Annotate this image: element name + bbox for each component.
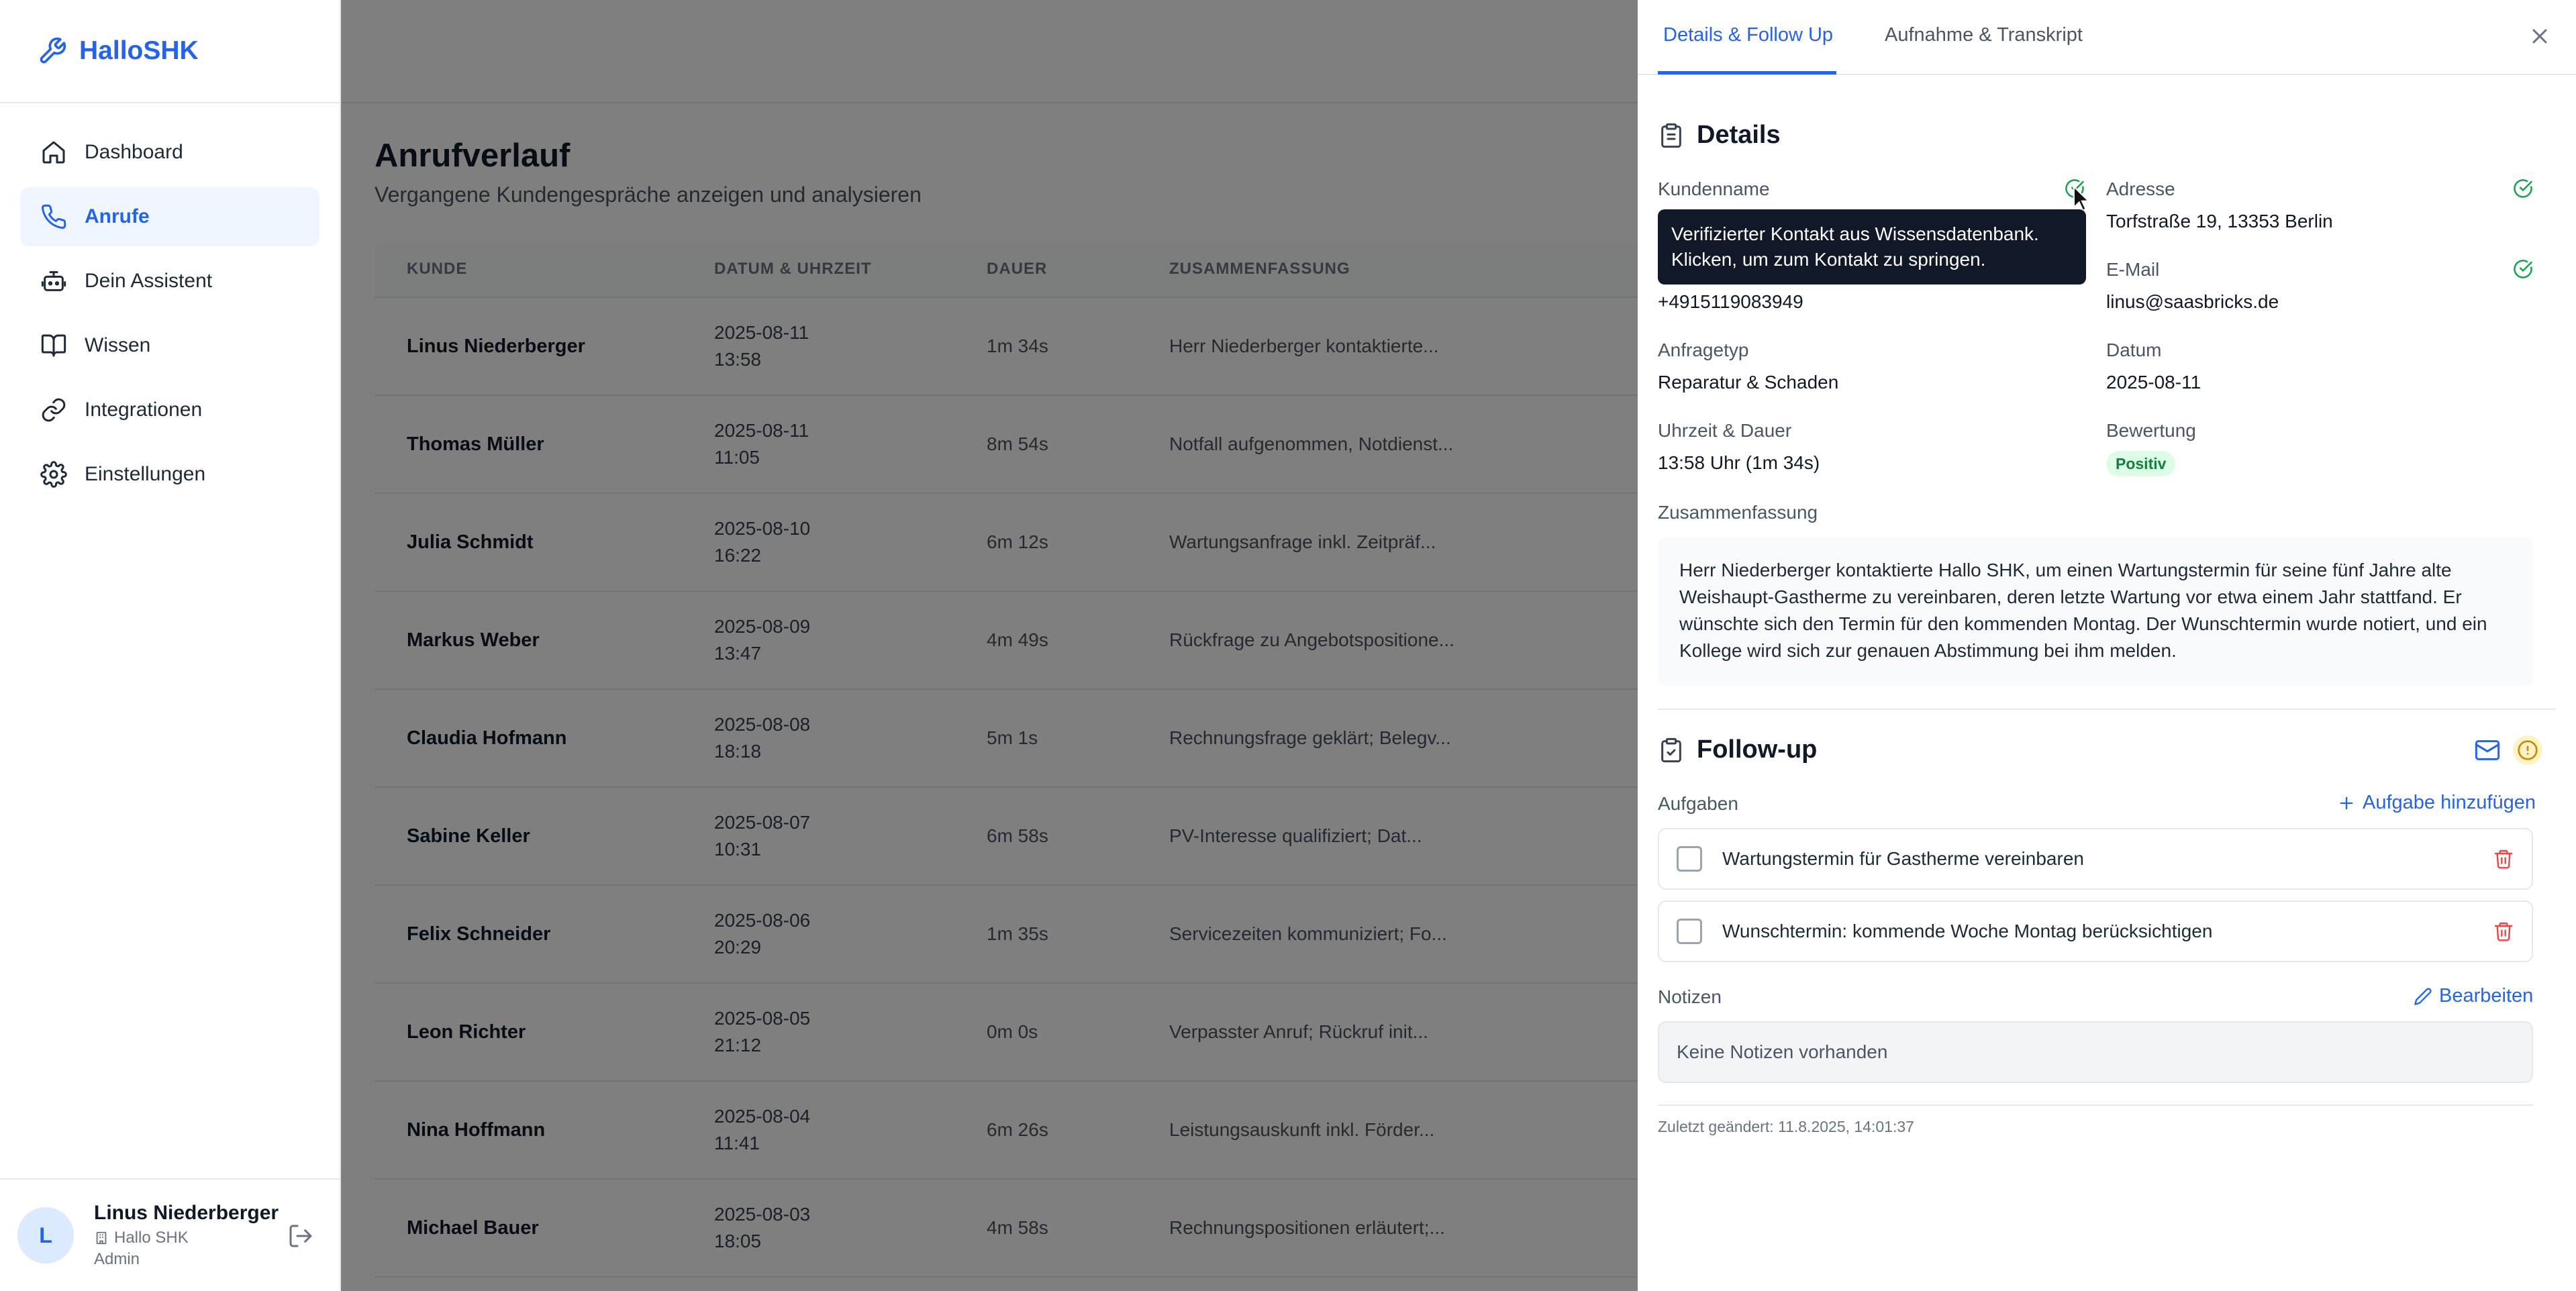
panel-tabs: Details & Follow Up Aufnahme & Transkrip…	[1638, 0, 2576, 75]
details-section-title: Details	[1658, 121, 1781, 150]
warning-indicator[interactable]	[2513, 735, 2542, 765]
sidebar-item-einstellungen[interactable]: Einstellungen	[20, 445, 319, 504]
home-icon	[42, 141, 65, 164]
task-checkbox[interactable]	[1677, 919, 1702, 944]
verified-check-icon[interactable]	[2513, 178, 2533, 199]
aufgaben-label: Aufgaben	[1658, 793, 1738, 814]
notes-box: Keine Notizen vorhanden	[1658, 1021, 2533, 1083]
add-task-label: Aufgabe hinzufügen	[2363, 792, 2536, 813]
trash-icon[interactable]	[2493, 921, 2514, 942]
wrench-icon	[40, 37, 66, 64]
section-divider	[1658, 1104, 2533, 1106]
sidebar-item-wissen[interactable]: Wissen	[20, 316, 319, 375]
uhrzeit-label: Uhrzeit & Dauer	[1658, 420, 1792, 441]
verified-contact-tooltip: Verifizierter Kontakt aus Wissensdatenba…	[1658, 209, 2086, 285]
phone-icon	[42, 204, 66, 229]
notizen-label: Notizen	[1658, 986, 1722, 1007]
user-role: Admin	[94, 1250, 140, 1268]
link-icon	[42, 398, 66, 422]
task-item: Wartungstermin für Gastherme vereinbaren	[1658, 828, 2533, 890]
sidebar-item-anrufe[interactable]: Anrufe	[20, 187, 319, 246]
plus-icon	[2340, 796, 2353, 809]
sidebar-item-assistent[interactable]: Dein Assistent	[20, 252, 319, 311]
robot-icon	[41, 271, 66, 291]
building-icon	[96, 1231, 107, 1245]
email-value: linus@saasbricks.de	[2106, 291, 2279, 312]
uhrzeit-value: 13:58 Uhr (1m 34s)	[1658, 452, 1820, 473]
datum-label: Datum	[2106, 340, 2162, 360]
task-item: Wunschtermin: kommende Woche Montag berü…	[1658, 900, 2533, 962]
zusammenfassung-label: Zusammenfassung	[1658, 502, 1818, 523]
modal-backdrop[interactable]	[341, 0, 1638, 1291]
brand[interactable]: HalloSHK	[0, 0, 340, 103]
email-label: E-Mail	[2106, 259, 2160, 280]
summary-text: Herr Niederberger kontaktierte Hallo SHK…	[1658, 537, 2533, 686]
user-company: Hallo SHK	[94, 1229, 279, 1247]
avatar: L	[17, 1207, 74, 1263]
active-tab-indicator	[1658, 71, 1836, 74]
logout-icon[interactable]	[287, 1223, 314, 1249]
sidebar-item-dashboard[interactable]: Dashboard	[20, 123, 319, 182]
task-text: Wunschtermin: kommende Woche Montag berü…	[1722, 921, 2213, 941]
verified-check-icon[interactable]	[2513, 259, 2533, 279]
pencil-icon	[2414, 987, 2432, 1005]
sidebar-item-label: Einstellungen	[85, 463, 206, 485]
sidebar: HalloSHK Dashboard Anrufe Dein Assistent…	[0, 0, 341, 1291]
tooltip-line: Klicken, um zum Kontakt zu springen.	[1671, 249, 1986, 270]
tab-details-follow-up[interactable]: Details & Follow Up	[1663, 24, 1833, 46]
user-info: Linus Niederberger Hallo SHK Admin	[94, 1202, 279, 1269]
mouse-cursor-icon	[2073, 185, 2091, 212]
sidebar-item-label: Wissen	[85, 334, 151, 356]
sidebar-item-label: Integrationen	[85, 399, 203, 421]
call-detail-panel: Details & Follow Up Aufnahme & Transkrip…	[1638, 0, 2576, 1291]
datum-value: 2025-08-11	[2106, 372, 2201, 393]
add-task-button[interactable]: Aufgabe hinzufügen	[2337, 792, 2536, 814]
user-name: Linus Niederberger	[94, 1202, 279, 1224]
bewertung-label: Bewertung	[2106, 420, 2196, 441]
sidebar-item-label: Dein Assistent	[85, 270, 213, 292]
user-company-name: Hallo SHK	[114, 1229, 189, 1247]
task-checkbox[interactable]	[1677, 846, 1702, 872]
user-box: L Linus Niederberger Hallo SHK Admin	[0, 1178, 341, 1291]
last-changed: Zuletzt geändert: 11.8.2025, 14:01:37	[1658, 1118, 1914, 1135]
brand-name: HalloSHK	[79, 36, 199, 65]
close-icon[interactable]	[2528, 24, 2552, 48]
task-text: Wartungstermin für Gastherme vereinbaren	[1722, 848, 2084, 869]
anfragetyp-label: Anfragetyp	[1658, 340, 1749, 360]
sentiment-badge: Positiv	[2106, 451, 2176, 476]
tooltip-line: Verifizierter Kontakt aus Wissensdatenba…	[1671, 223, 2039, 244]
followup-title: Follow-up	[1697, 735, 1818, 764]
anfragetyp-value: Reparatur & Schaden	[1658, 372, 1839, 393]
details-title: Details	[1697, 121, 1781, 149]
clipboard-icon	[1661, 123, 1681, 148]
adresse-label: Adresse	[2106, 178, 2175, 199]
book-icon	[41, 334, 66, 357]
adresse-value: Torfstraße 19, 13353 Berlin	[2106, 211, 2333, 231]
trash-icon[interactable]	[2493, 848, 2514, 870]
edit-notes-label: Bearbeiten	[2439, 985, 2534, 1006]
sidebar-item-label: Anrufe	[85, 205, 150, 227]
sidebar-item-integrationen[interactable]: Integrationen	[20, 380, 319, 440]
clipboard-check-icon	[1661, 737, 1681, 762]
alert-circle-icon	[2518, 740, 2538, 760]
sidebar-nav: Dashboard Anrufe Dein Assistent Wissen I…	[0, 103, 340, 504]
gear-icon	[40, 461, 67, 488]
mail-icon[interactable]	[2474, 737, 2501, 764]
kundenname-label: Kundenname	[1658, 178, 1770, 199]
section-divider	[1658, 709, 2556, 710]
phone-value: +4915119083949	[1658, 291, 1803, 312]
sidebar-item-label: Dashboard	[85, 141, 183, 163]
tab-aufnahme-transkript[interactable]: Aufnahme & Transkript	[1885, 24, 2083, 46]
followup-section-title: Follow-up	[1658, 735, 1817, 764]
edit-notes-button[interactable]: Bearbeiten	[2414, 985, 2533, 1007]
